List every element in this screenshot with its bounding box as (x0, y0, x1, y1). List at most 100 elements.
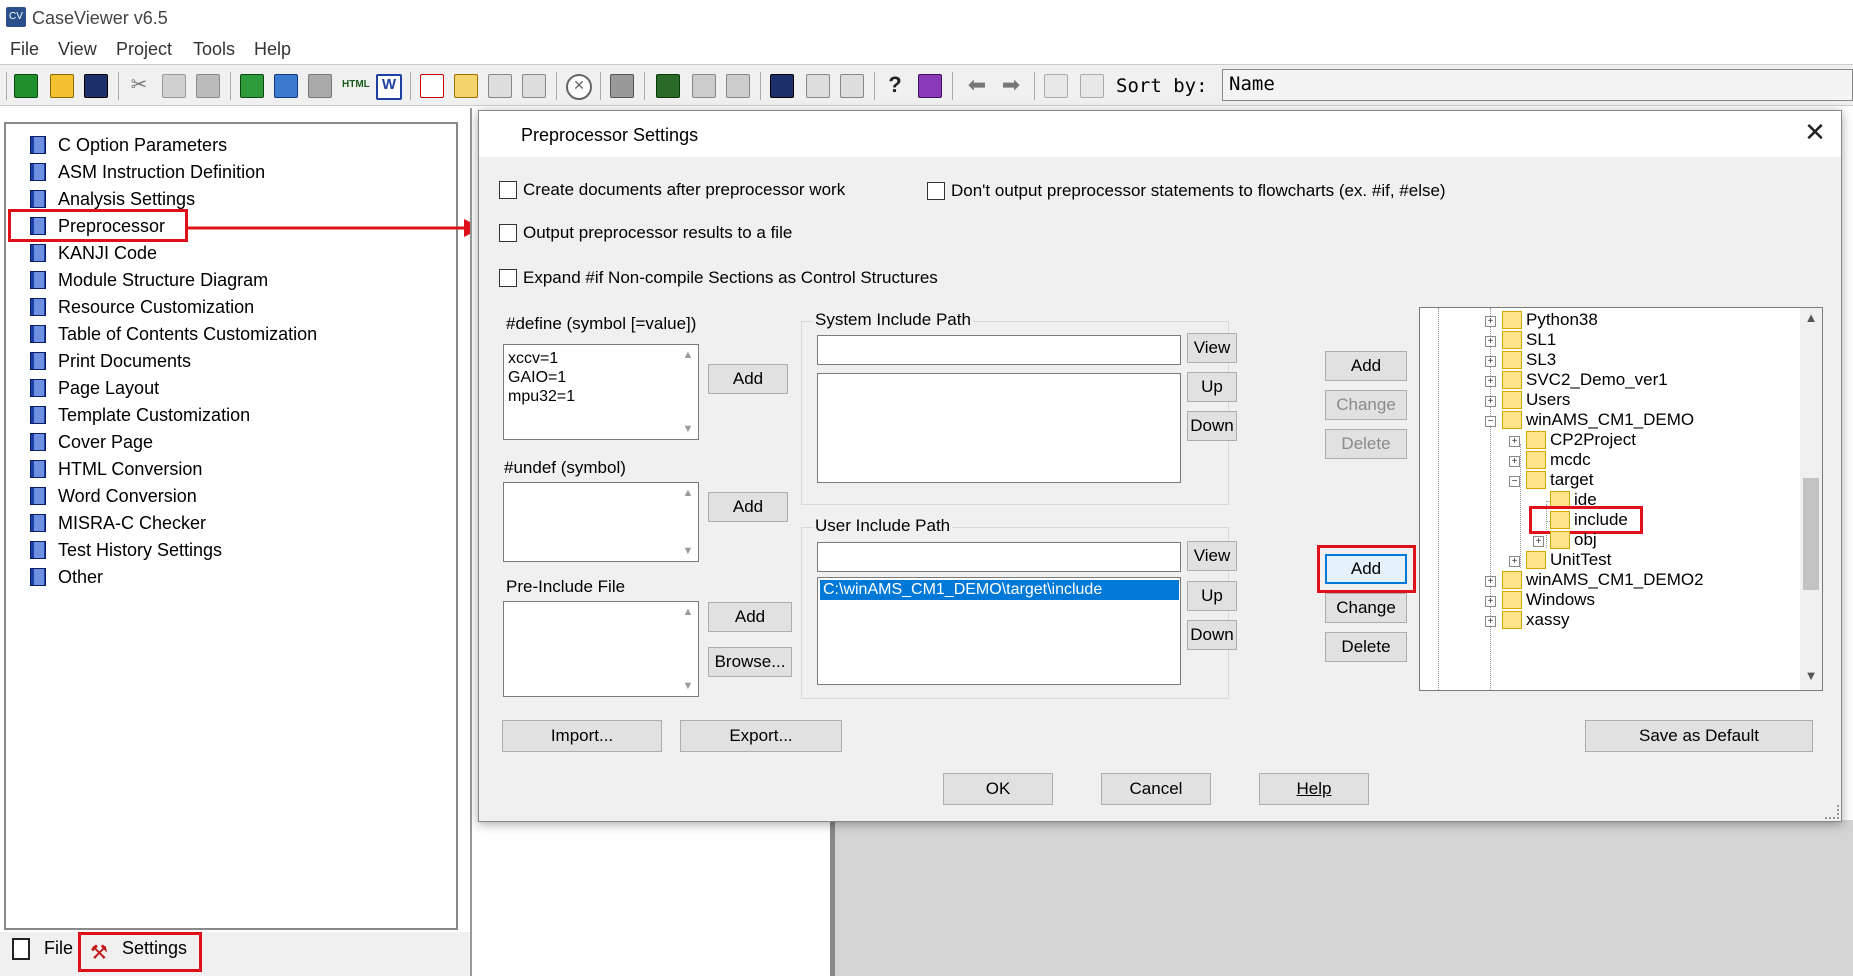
tree-scrollbar[interactable]: ▲ ▼ (1800, 308, 1822, 690)
list-icon[interactable] (488, 74, 512, 98)
expand-icon[interactable]: + (1485, 356, 1496, 367)
print-icon[interactable] (610, 74, 634, 98)
manual-icon[interactable] (918, 74, 942, 98)
system-include-list[interactable] (817, 373, 1181, 483)
expand-icon[interactable]: + (1533, 536, 1544, 547)
list2-icon[interactable] (522, 74, 546, 98)
settings-doc-icon[interactable] (806, 74, 830, 98)
save-as-default-button[interactable]: Save as Default (1585, 720, 1813, 752)
define-textarea[interactable]: xccv=1 GAIO=1 mpu32=1 ▲ ▼ (503, 344, 699, 440)
new-project-icon[interactable] (14, 74, 38, 98)
expand-icon[interactable]: + (1509, 456, 1520, 467)
help-button[interactable]: Help (1259, 773, 1369, 805)
scroll-down-icon[interactable]: ▼ (1800, 668, 1822, 688)
system-include-delete-button[interactable]: Delete (1325, 429, 1407, 459)
menu-view[interactable]: View (58, 39, 97, 60)
find-icon[interactable] (656, 74, 680, 98)
expand-icon[interactable]: + (1485, 576, 1496, 587)
compare-icon[interactable] (1044, 74, 1068, 98)
folder-icon (1550, 531, 1570, 549)
report-icon[interactable] (420, 74, 444, 98)
tab-file[interactable]: File (44, 938, 73, 959)
create-docs-checkbox[interactable] (499, 181, 517, 199)
expand-icon[interactable]: + (1509, 436, 1520, 447)
undef-textarea[interactable]: ▲ ▼ (503, 482, 699, 562)
menu-tools[interactable]: Tools (193, 39, 235, 60)
export-icon[interactable] (726, 74, 750, 98)
ok-button[interactable]: OK (943, 773, 1053, 805)
scroll-thumb[interactable] (1803, 478, 1819, 590)
expand-icon[interactable]: + (1485, 376, 1496, 387)
highlight-box-add (1317, 545, 1416, 593)
define-add-button[interactable]: Add (708, 364, 788, 394)
system-include-add-button[interactable]: Add (1325, 351, 1407, 381)
preinclude-browse-button[interactable]: Browse... (708, 647, 792, 677)
menu-file[interactable]: File (10, 39, 39, 60)
close-icon[interactable]: ✕ (1801, 119, 1829, 147)
undef-scrollbar[interactable]: ▲ ▼ (679, 484, 697, 560)
preinclude-textarea[interactable]: ▲ ▼ (503, 601, 699, 697)
expand-if-checkbox[interactable] (499, 269, 517, 287)
expand-icon[interactable]: + (1509, 556, 1520, 567)
word-icon[interactable]: W (376, 74, 402, 100)
user-include-up-button[interactable]: Up (1187, 581, 1237, 611)
system-include-view-button[interactable]: View (1187, 333, 1237, 363)
user-include-down-button[interactable]: Down (1187, 620, 1237, 650)
user-include-input[interactable] (817, 542, 1181, 572)
output-file-checkbox[interactable] (499, 224, 517, 242)
folder-tree[interactable]: + Python38 + SL1 + SL3 + SVC2_Demo_ver1 … (1419, 307, 1823, 691)
notes-icon[interactable] (840, 74, 864, 98)
stop-icon[interactable]: ✕ (566, 74, 592, 100)
expand-icon[interactable]: + (1485, 616, 1496, 627)
system-include-down-button[interactable]: Down (1187, 411, 1237, 441)
export-button[interactable]: Export... (680, 720, 842, 752)
analyze-icon[interactable] (240, 74, 264, 98)
dont-output-checkbox[interactable] (927, 182, 945, 200)
scroll-up-icon[interactable]: ▲ (1800, 310, 1822, 330)
menu-help[interactable]: Help (254, 39, 291, 60)
analyze-all-icon[interactable] (274, 74, 298, 98)
user-include-list-item[interactable]: C:\winAMS_CM1_DEMO\target\include (820, 580, 1179, 600)
paste-icon[interactable] (196, 74, 220, 98)
document-icon[interactable] (308, 74, 332, 98)
expand-icon[interactable]: + (1485, 596, 1496, 607)
window-icon[interactable] (770, 74, 794, 98)
system-include-up-button[interactable]: Up (1187, 372, 1237, 402)
resize-grip-icon[interactable] (1825, 805, 1839, 819)
copy-icon[interactable] (162, 74, 186, 98)
book-icon (30, 514, 46, 532)
cancel-button[interactable]: Cancel (1101, 773, 1211, 805)
system-include-input[interactable] (817, 335, 1181, 365)
forward-arrow-icon[interactable]: ➡ (1000, 74, 1022, 96)
cut-icon[interactable]: ✂ (128, 74, 150, 96)
sort-by-select[interactable]: Name (1222, 69, 1853, 101)
define-scrollbar[interactable]: ▲ ▼ (679, 346, 697, 438)
help-icon[interactable]: ? (884, 74, 906, 96)
html-icon[interactable]: HTML (342, 74, 370, 96)
menu-project[interactable]: Project (116, 39, 172, 60)
preinclude-scrollbar[interactable]: ▲ ▼ (679, 603, 697, 695)
back-arrow-icon[interactable]: ⬅ (966, 74, 988, 96)
preinclude-add-button[interactable]: Add (708, 602, 792, 632)
compare2-icon[interactable] (1080, 74, 1104, 98)
tree-node-xassy[interactable]: xassy (1526, 608, 1569, 632)
user-include-change-button[interactable]: Change (1325, 593, 1407, 623)
system-include-change-button[interactable]: Change (1325, 390, 1407, 420)
expand-icon[interactable]: + (1485, 396, 1496, 407)
window-title: CaseViewer v6.5 (32, 8, 168, 28)
user-include-view-button[interactable]: View (1187, 541, 1237, 571)
workspace-area (835, 820, 1853, 976)
collapse-icon[interactable]: − (1509, 476, 1520, 487)
save-icon[interactable] (84, 74, 108, 98)
undef-add-button[interactable]: Add (708, 492, 788, 522)
user-include-delete-button[interactable]: Delete (1325, 632, 1407, 662)
user-include-list[interactable]: C:\winAMS_CM1_DEMO\target\include (817, 577, 1181, 685)
table-icon[interactable] (454, 74, 478, 98)
expand-icon[interactable]: + (1485, 316, 1496, 327)
expand-icon[interactable]: + (1485, 336, 1496, 347)
open-folder-icon[interactable] (50, 74, 74, 98)
import-button[interactable]: Import... (502, 720, 662, 752)
folder-icon (1526, 431, 1546, 449)
collapse-icon[interactable]: − (1485, 416, 1496, 427)
import-icon[interactable] (692, 74, 716, 98)
